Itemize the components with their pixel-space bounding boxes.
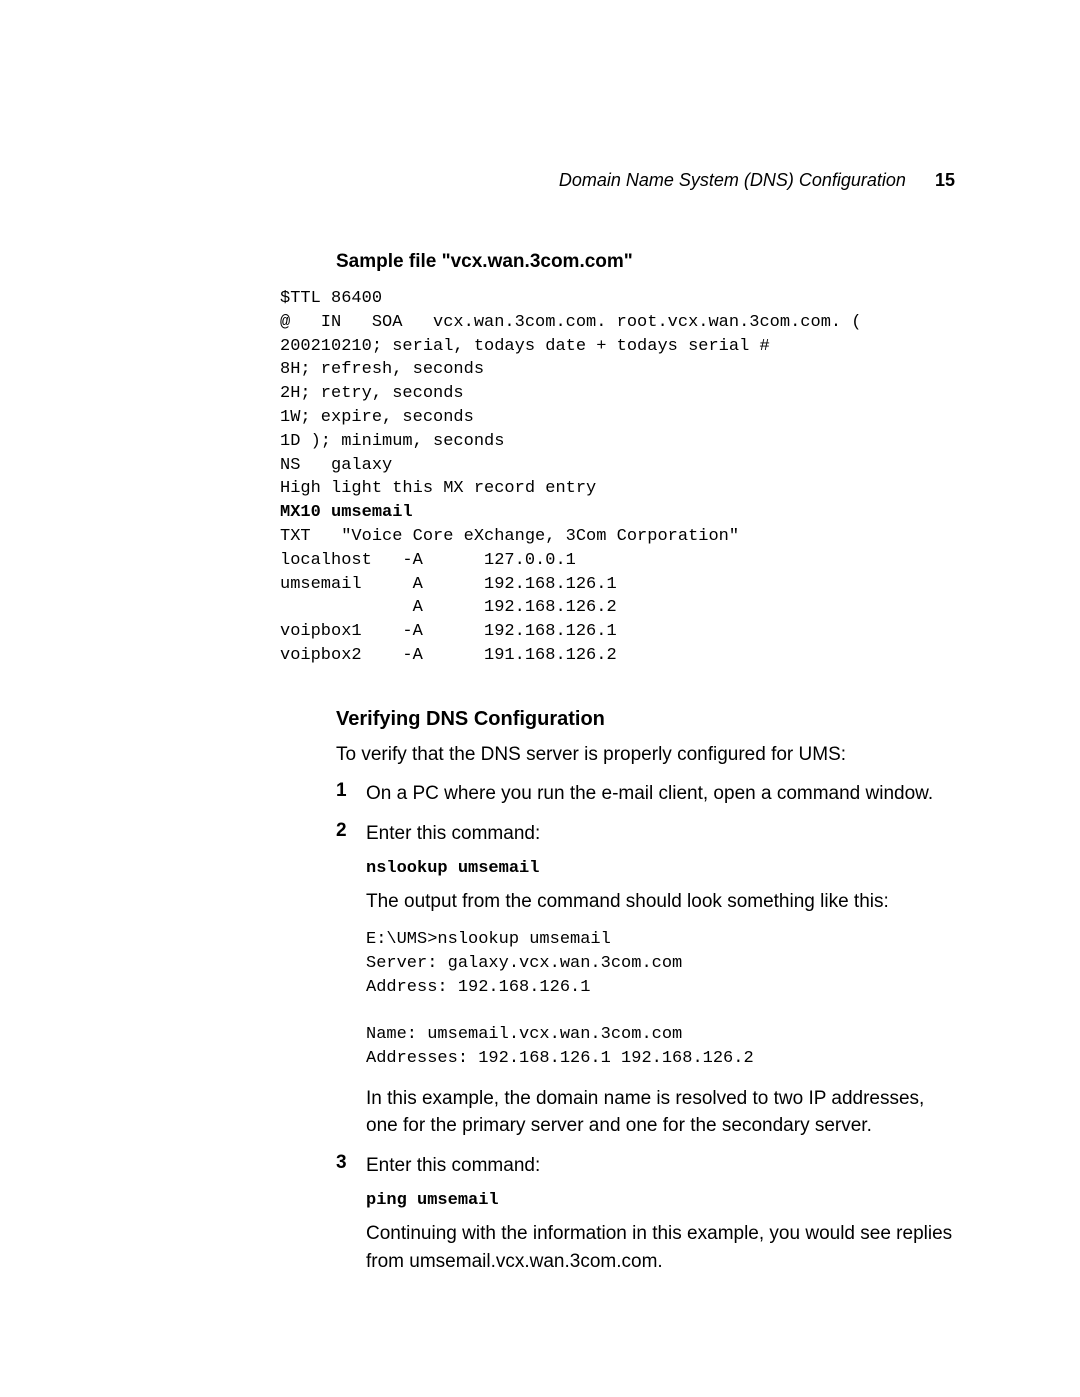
step-number: 3 [336, 1152, 347, 1174]
step-cmd: ping umsemail [366, 1191, 955, 1210]
page-content: Domain Name System (DNS) Configuration 1… [0, 0, 1080, 1275]
step-1: 1 On a PC where you run the e-mail clien… [336, 780, 955, 808]
verify-section: Verifying DNS Configuration To verify th… [336, 708, 955, 1276]
step-3: 3 Enter this command: ping umsemail Cont… [336, 1152, 955, 1276]
step-cmd: nslookup umsemail [366, 859, 955, 878]
code-pre1: $TTL 86400 @ IN SOA vcx.wan.3com.com. ro… [280, 289, 862, 498]
running-title: Domain Name System (DNS) Configuration [559, 170, 906, 190]
step-output: E:\UMS>nslookup umsemail Server: galaxy.… [366, 928, 955, 1071]
step-number: 2 [336, 820, 347, 842]
page-number: 15 [935, 170, 955, 190]
code-bold-line: MX10 umsemail [280, 503, 413, 522]
verify-heading: Verifying DNS Configuration [336, 708, 955, 731]
step-after: Continuing with the information in this … [366, 1220, 955, 1275]
sample-file-title: Sample file "vcx.wan.3com.com" [336, 251, 955, 273]
sample-file-code: $TTL 86400 @ IN SOA vcx.wan.3com.com. ro… [280, 287, 955, 668]
step-2: 2 Enter this command: nslookup umsemail … [336, 820, 955, 1140]
step-number: 1 [336, 780, 347, 802]
step-text: Enter this command: [366, 820, 955, 848]
step-text: Enter this command: [366, 1152, 955, 1180]
verify-intro: To verify that the DNS server is properl… [336, 741, 955, 769]
step-text: On a PC where you run the e-mail client,… [366, 780, 955, 808]
running-header: Domain Name System (DNS) Configuration 1… [280, 170, 955, 191]
code-pre2: TXT "Voice Core eXchange, 3Com Corporati… [280, 527, 739, 665]
steps-list: 1 On a PC where you run the e-mail clien… [336, 780, 955, 1275]
step-explain: In this example, the domain name is reso… [366, 1085, 955, 1140]
step-after: The output from the command should look … [366, 888, 955, 916]
